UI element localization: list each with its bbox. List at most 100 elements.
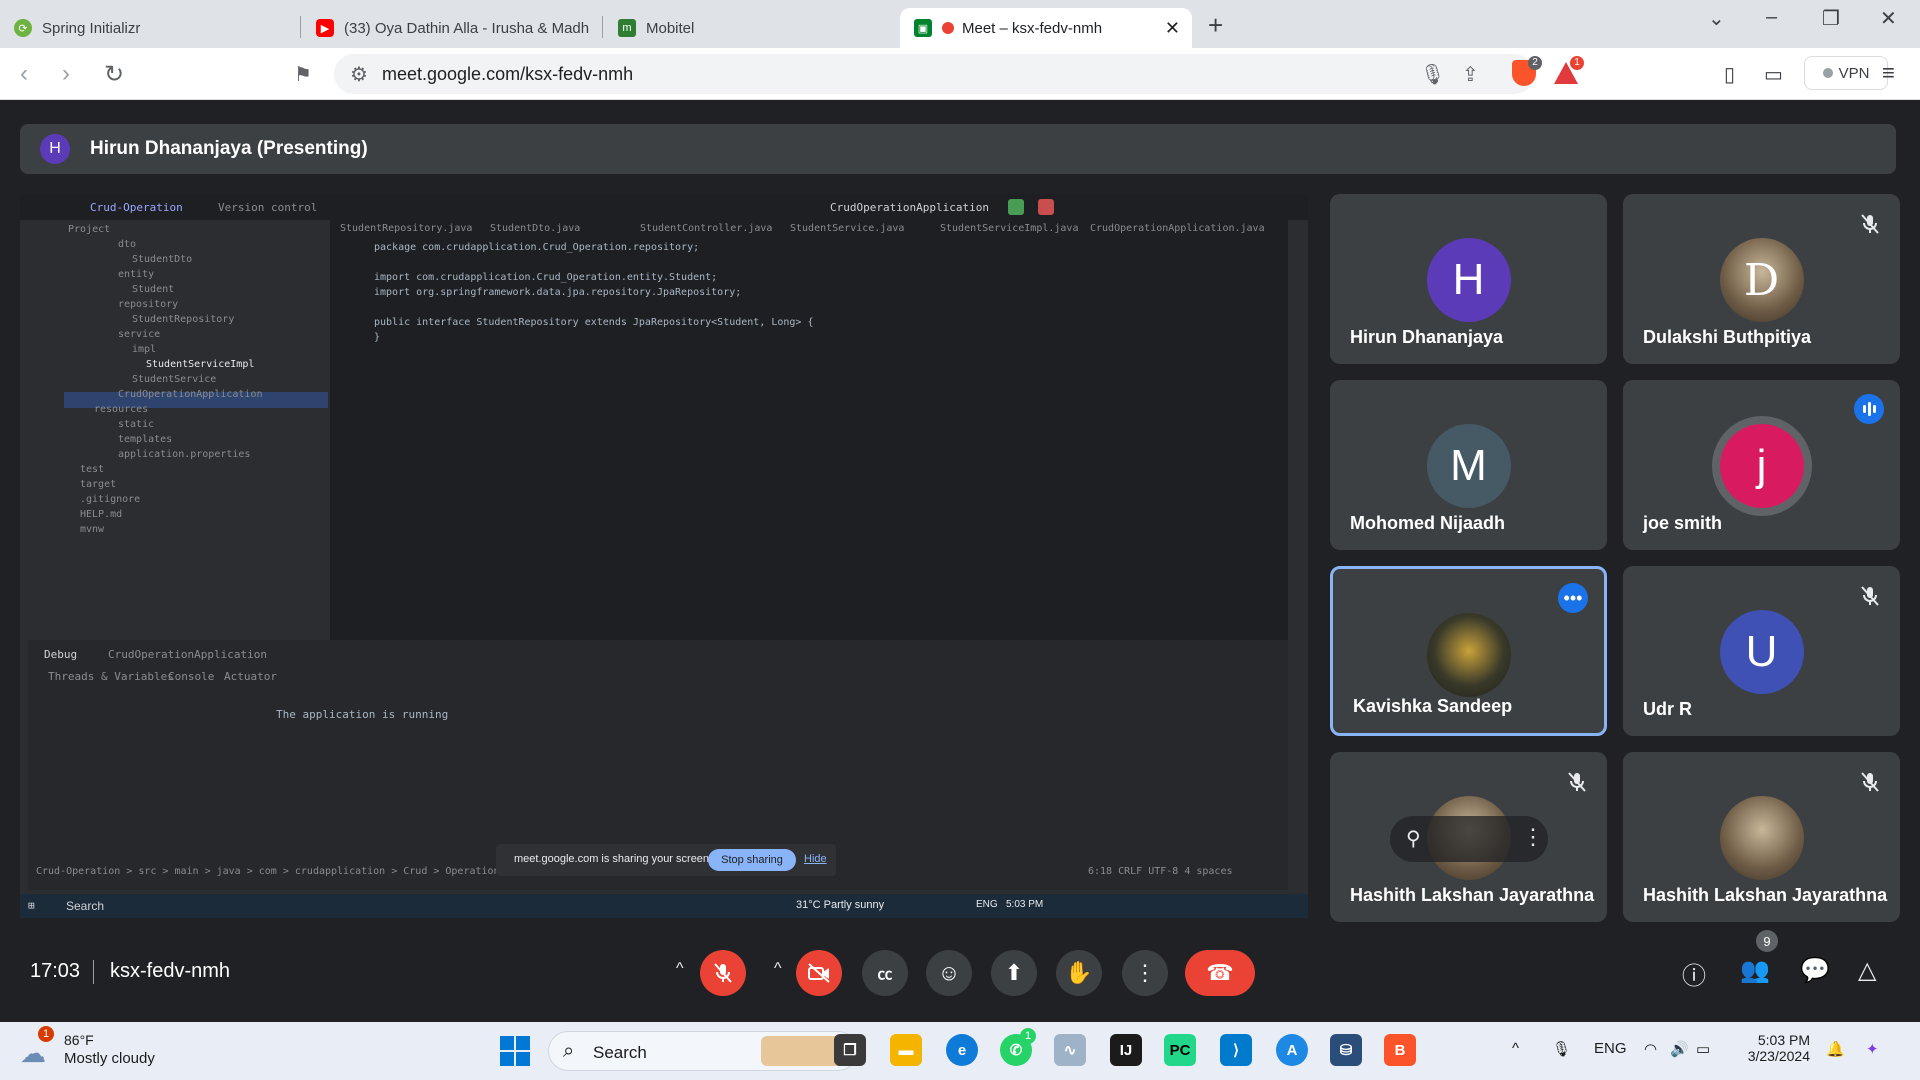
presenter-avatar: H — [40, 134, 70, 164]
microphone-tray-icon[interactable]: 🎙 — [1552, 1040, 1571, 1058]
tab-search-chevron-icon[interactable]: ⌄ — [1708, 6, 1725, 31]
bookmark-icon[interactable]: ⚑ — [294, 62, 312, 87]
participant-name: Kavishka Sandeep — [1353, 696, 1513, 716]
camera-toggle-button[interactable] — [796, 950, 842, 996]
wallet-icon[interactable]: ▭ — [1764, 62, 1783, 87]
performance-monitor-icon[interactable]: ∿ — [1054, 1034, 1086, 1066]
cloud-icon: ☁ — [20, 1038, 46, 1068]
video-options-chevron-icon[interactable]: ^ — [774, 960, 782, 978]
volume-icon[interactable]: 🔊 — [1670, 1040, 1689, 1058]
activities-icon[interactable]: △ — [1858, 956, 1876, 985]
ide-code-line: package com.crudapplication.Crud_Operati… — [374, 242, 700, 253]
tray-date: 3/23/2024 — [1747, 1048, 1810, 1064]
menu-icon[interactable]: ≡ — [1882, 60, 1895, 86]
audio-options-chevron-icon[interactable]: ^ — [676, 960, 684, 978]
tab-youtube[interactable]: ▶ (33) Oya Dathin Alla - Irusha & Madh — [302, 8, 602, 48]
task-view-icon[interactable]: ❐ — [834, 1034, 866, 1066]
inner-start-icon: ⊞ — [28, 899, 35, 912]
address-bar: ‹ › ↻ ⚑ ⚙ meet.google.com/ksx-fedv-nmh 🎙… — [0, 48, 1920, 100]
tab-meet[interactable]: ▣ Meet – ksx-fedv-nmh ✕ — [900, 8, 1192, 48]
people-icon[interactable]: 👥 — [1740, 956, 1770, 985]
participant-tile[interactable]: H Hirun Dhananjaya — [1330, 194, 1607, 364]
reload-icon[interactable]: ↻ — [104, 60, 124, 89]
ide-tree-item: templates — [118, 434, 173, 445]
share-icon[interactable]: ⇪ — [1462, 62, 1479, 87]
avatar — [1719, 796, 1804, 880]
tray-clock[interactable]: 5:03 PM 3/23/2024 — [1716, 1032, 1810, 1064]
reactions-button[interactable]: ☺ — [926, 950, 972, 996]
wifi-icon[interactable]: ◠ — [1644, 1040, 1657, 1058]
ide-tree-item: entity — [118, 269, 155, 280]
hide-link[interactable]: Hide — [804, 853, 827, 865]
participant-tile[interactable]: D Dulakshi Buthpitiya — [1623, 194, 1900, 364]
pycharm-icon[interactable]: PC — [1164, 1034, 1196, 1066]
chat-icon[interactable]: 💬 — [1800, 956, 1830, 985]
present-screen-icon: ⬆ — [1004, 960, 1024, 985]
minimize-icon[interactable]: – — [1766, 6, 1777, 29]
edge-icon[interactable]: e — [946, 1034, 978, 1066]
pin-icon[interactable]: ⚲ — [1406, 826, 1421, 851]
ide-editor-tab: StudentRepository.java — [340, 223, 473, 234]
participant-name: Hashith Lakshan Jayarathna — [1643, 885, 1888, 905]
captions-button[interactable]: ㏄ — [862, 950, 908, 996]
file-explorer-icon[interactable]: ▬ — [890, 1034, 922, 1066]
more-vert-icon[interactable]: ⋮ — [1522, 824, 1544, 850]
tab-spring-initializr[interactable]: ⟳ Spring Initializr — [0, 8, 300, 48]
tab-mobitel[interactable]: m Mobitel — [604, 8, 900, 48]
url-text[interactable]: meet.google.com/ksx-fedv-nmh — [382, 64, 633, 85]
omnibox[interactable]: ⚙ meet.google.com/ksx-fedv-nmh 🎙 ⇪ — [334, 54, 1534, 94]
speaking-indicator-icon — [1854, 394, 1884, 424]
ide-project-name: Crud-Operation — [90, 201, 183, 214]
more-options-button[interactable]: ••• — [1558, 583, 1588, 613]
start-button[interactable] — [500, 1036, 530, 1066]
meet-icon: ▣ — [914, 19, 932, 37]
participant-tile-active[interactable]: Kavishka Sandeep ••• — [1330, 566, 1607, 736]
recording-dot-icon — [942, 22, 954, 34]
mic-toggle-button[interactable] — [700, 950, 746, 996]
ide-version-control: Version control — [218, 201, 318, 214]
participant-tile[interactable]: M Mohomed Nijaadh — [1330, 380, 1607, 550]
stop-sharing-button[interactable]: Stop sharing — [708, 849, 796, 871]
participant-name: Udr R — [1643, 699, 1692, 719]
participant-tile[interactable]: Hashith Lakshan Jayarathna — [1623, 752, 1900, 922]
forward-icon[interactable]: › — [62, 60, 70, 88]
vpn-button[interactable]: VPN — [1804, 56, 1888, 90]
site-info-icon[interactable]: ⚙ — [350, 62, 368, 87]
sidebar-icon[interactable]: ▯ — [1724, 62, 1735, 87]
search-icon: ⌕ — [563, 1040, 575, 1062]
microphone-icon[interactable]: 🎙 — [1420, 62, 1445, 87]
more-vert-icon: ⋮ — [1134, 960, 1156, 985]
close-tab-icon[interactable]: ✕ — [1165, 18, 1180, 39]
sql-tool-icon[interactable]: ⛁ — [1330, 1034, 1362, 1066]
more-options-button[interactable]: ⋮ — [1122, 950, 1168, 996]
present-button[interactable]: ⬆ — [991, 950, 1037, 996]
show-hidden-icons-chevron-icon[interactable]: ^ — [1512, 1040, 1519, 1057]
leave-call-button[interactable]: ☎ — [1185, 950, 1255, 996]
meeting-info-icon[interactable]: ⓘ — [1682, 956, 1706, 991]
ide-code-line: public interface StudentRepository exten… — [374, 317, 814, 328]
new-tab-icon[interactable]: + — [1208, 10, 1223, 41]
translator-icon[interactable]: A — [1276, 1034, 1308, 1066]
copilot-icon[interactable]: ✦ — [1866, 1040, 1879, 1058]
participant-name: Hirun Dhananjaya — [1350, 327, 1504, 347]
participant-tile[interactable]: ⚲ ⋮ Hashith Lakshan Jayarathna — [1330, 752, 1607, 922]
rewards-badge: 1 — [1570, 56, 1584, 70]
brave-browser-icon[interactable]: B — [1384, 1034, 1416, 1066]
hand-icon: ✋ — [1065, 960, 1093, 985]
participant-tile[interactable]: j joe smith — [1623, 380, 1900, 550]
tab-title: Meet – ksx-fedv-nmh — [962, 19, 1103, 37]
raise-hand-button[interactable]: ✋ — [1056, 950, 1102, 996]
browser-tab-bar: ⟳ Spring Initializr ▶ (33) Oya Dathin Al… — [0, 0, 1920, 48]
vscode-icon[interactable]: ⟩ — [1220, 1034, 1252, 1066]
battery-icon[interactable]: ▭ — [1696, 1040, 1710, 1058]
tray-lang[interactable]: ENG — [1594, 1040, 1627, 1057]
back-icon[interactable]: ‹ — [20, 60, 28, 88]
shared-screen[interactable]: Crud-Operation Version control CrudOpera… — [20, 194, 1308, 918]
maximize-icon[interactable]: ❐ — [1822, 6, 1840, 31]
taskbar-search[interactable]: ⌕ Search — [548, 1031, 858, 1071]
close-window-icon[interactable]: ✕ — [1880, 6, 1897, 31]
participant-tile[interactable]: U Udr R — [1623, 566, 1900, 736]
intellij-icon[interactable]: IJ — [1110, 1034, 1142, 1066]
avatar: M — [1426, 424, 1511, 508]
notifications-bell-icon[interactable]: 🔔 — [1826, 1040, 1845, 1058]
